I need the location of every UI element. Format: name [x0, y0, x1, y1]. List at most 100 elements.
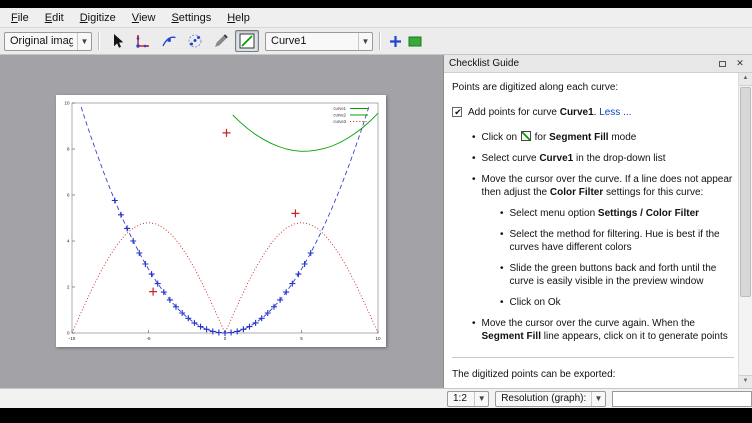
- curve-point-icon: [160, 32, 178, 50]
- menu-bar: FileEditDigitizeViewSettingsHelp: [0, 8, 752, 28]
- status-kind-select[interactable]: Resolution (graph): ▼: [495, 391, 606, 407]
- x-tick-label: -5: [146, 336, 150, 341]
- color-picker-tool-button[interactable]: [209, 30, 233, 52]
- axis-point-icon: [134, 32, 152, 50]
- background-select-value: Original image: [10, 35, 73, 47]
- blue-plus-icon: [388, 34, 403, 49]
- checklist-bullet: •Move the cursor over the curve again. W…: [472, 317, 734, 343]
- bold-text: Curve1: [539, 153, 573, 164]
- bold-text: Curve1: [560, 107, 594, 118]
- close-panel-button[interactable]: ✕: [733, 57, 747, 71]
- menu-item-help[interactable]: Help: [219, 10, 258, 26]
- y-tick-label: 4: [67, 239, 70, 244]
- y-tick-label: 0: [67, 331, 70, 336]
- checklist-bullet: •Click on for Segment Fill mode: [472, 131, 734, 144]
- axis-point-tool-button[interactable]: [131, 30, 155, 52]
- chevron-down-icon: ▼: [77, 33, 91, 50]
- point-match-tool-button[interactable]: [183, 30, 207, 52]
- checklist-bullet: •Select menu option Settings / Color Fil…: [500, 207, 734, 220]
- task-add-points-text: Add points for curve Curve1. Less ...: [468, 106, 631, 119]
- y-tick-label: 2: [67, 285, 70, 290]
- segment-fill-icon: [521, 131, 531, 141]
- dock-scrollbar[interactable]: ▲ ▼: [738, 73, 752, 388]
- curve-line-color-swatch: [406, 31, 424, 51]
- scroll-up-button[interactable]: ▲: [739, 73, 752, 86]
- bullet-icon: •: [500, 262, 504, 275]
- curve-point-tool-button[interactable]: [157, 30, 181, 52]
- bold-text: Color Filter: [550, 187, 603, 198]
- bold-text: Segment Fill: [482, 331, 541, 342]
- legend-label: curve3: [333, 119, 346, 124]
- chevron-down-icon: ▼: [358, 33, 372, 50]
- bullet-icon: •: [500, 228, 504, 241]
- menu-item-file[interactable]: File: [3, 10, 37, 26]
- bullet-icon: •: [472, 317, 476, 330]
- float-icon: [719, 61, 726, 67]
- green-swatch-icon: [407, 34, 423, 49]
- point-match-icon: [186, 32, 204, 50]
- menu-item-edit[interactable]: Edit: [37, 10, 72, 26]
- checklist-bullet: •Select the method for filtering. Hue is…: [500, 228, 734, 254]
- select-tool-button[interactable]: [105, 30, 129, 52]
- checklist-intro: Points are digitized along each curve:: [452, 81, 734, 94]
- bold-text: Segment Fill: [549, 132, 608, 143]
- blue-dashed-curve: [81, 107, 369, 333]
- chevron-down-icon: ▼: [474, 392, 488, 406]
- arrow-cursor-icon: [108, 32, 126, 50]
- checklist-bullets: •Click on for Segment Fill mode •Select c…: [452, 131, 734, 343]
- x-tick-label: 10: [375, 336, 381, 341]
- axis-point-markers: [149, 129, 299, 296]
- graph-image[interactable]: -10-505100246810curve1curve2curve3: [56, 95, 386, 347]
- curve-select-value: Curve1: [271, 35, 354, 47]
- bullet-icon: •: [472, 131, 476, 144]
- main-area: -10-505100246810curve1curve2curve3 Check…: [0, 55, 752, 388]
- menu-item-view[interactable]: View: [124, 10, 164, 26]
- screen: FileEditDigitizeViewSettingsHelp Origina…: [0, 0, 752, 423]
- x-tick-label: 5: [300, 336, 303, 341]
- y-tick-label: 8: [67, 147, 70, 152]
- checklist-content: Points are digitized along each curve: A…: [444, 73, 752, 388]
- legend-label: curve2: [333, 113, 346, 118]
- status-kind-select-value: Resolution (graph):: [501, 393, 587, 404]
- x-tick-label: -10: [69, 336, 76, 341]
- toolbar-separator: [379, 32, 380, 50]
- checklist-bullet: •Slide the green buttons back and forth …: [500, 262, 734, 288]
- section-divider: [452, 357, 734, 358]
- menu-item-settings[interactable]: Settings: [163, 10, 219, 26]
- curve-select[interactable]: Curve1 ▼: [265, 32, 373, 51]
- dock-title: Checklist Guide: [449, 58, 711, 69]
- add-points-checkbox[interactable]: [452, 107, 462, 117]
- digitized-point-markers: [112, 198, 314, 337]
- plot-frame: [72, 103, 378, 333]
- bold-text: Settings / Color Filter: [598, 208, 699, 219]
- toolbar: Original image ▼: [0, 28, 752, 55]
- zoom-select[interactable]: 1:2 ▼: [447, 391, 489, 407]
- y-tick-label: 6: [67, 193, 70, 198]
- bullet-icon: •: [472, 152, 476, 165]
- checklist-bullet: •Click on Ok: [500, 296, 734, 309]
- zoom-select-value: 1:2: [453, 393, 470, 404]
- checklist-link[interactable]: Less ...: [599, 107, 631, 118]
- float-panel-button[interactable]: [715, 57, 729, 71]
- export-intro: The digitized points can be exported:: [452, 368, 734, 381]
- checklist-bullet: •Move the cursor over the curve. If a li…: [472, 173, 734, 199]
- background-select[interactable]: Original image ▼: [4, 32, 92, 51]
- graph-viewport[interactable]: -10-505100246810curve1curve2curve3: [0, 55, 444, 388]
- segment-fill-icon: [239, 33, 255, 49]
- status-value-field[interactable]: [612, 391, 752, 407]
- status-bar: 1:2 ▼ Resolution (graph): ▼: [0, 388, 752, 408]
- toolbar-separator: [98, 32, 99, 50]
- legend-label: curve1: [333, 106, 346, 111]
- bullet-icon: •: [472, 173, 476, 186]
- menu-item-digitize[interactable]: Digitize: [72, 10, 124, 26]
- checklist-bullet: •Select curve Curve1 in the drop-down li…: [472, 152, 734, 165]
- scroll-down-button[interactable]: ▼: [739, 375, 752, 388]
- bullet-icon: •: [500, 207, 504, 220]
- checklist-guide-panel: Checklist Guide ✕ Points are digitized a…: [444, 55, 752, 388]
- segment-fill-tool-button[interactable]: [235, 30, 259, 52]
- app-window: FileEditDigitizeViewSettingsHelp Origina…: [0, 8, 752, 408]
- checklist-task-add-points: Add points for curve Curve1. Less ...: [452, 106, 734, 119]
- scrollbar-thumb[interactable]: [740, 87, 751, 297]
- curve-point-style-swatch: [386, 31, 404, 51]
- red-dotted-curve: [72, 223, 378, 333]
